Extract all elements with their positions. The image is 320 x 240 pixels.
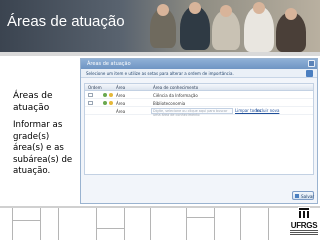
row-area: Área	[116, 93, 126, 98]
close-icon[interactable]	[308, 60, 315, 67]
page-title: Áreas de atuação	[7, 13, 125, 30]
table-row[interactable]: Área Ciência da Informação	[85, 91, 313, 99]
instruction-text: Selecione um item e utilize as setas par…	[81, 69, 317, 78]
banner-photo-face	[157, 4, 169, 16]
footer-line	[124, 208, 125, 240]
move-up-icon[interactable]	[103, 101, 107, 105]
footer-line	[186, 208, 187, 240]
table-row[interactable]: Área Biblioteconomia	[85, 99, 313, 107]
row-knowledge: Ciência da Informação	[153, 93, 198, 98]
footer-line	[214, 208, 215, 240]
save-button[interactable]: Salvar	[292, 191, 314, 200]
table-row-new[interactable]: Área Digite, selecione ou clique aqui pa…	[85, 107, 313, 117]
help-icon[interactable]	[306, 70, 313, 77]
row-select-checkbox[interactable]	[88, 101, 93, 105]
save-button-label: Salvar	[301, 193, 315, 199]
move-up-icon[interactable]	[103, 93, 107, 97]
column-header-area: Área	[116, 85, 126, 90]
column-header-knowledge: Área de conhecimento	[153, 85, 199, 90]
footer-line	[58, 208, 59, 240]
row-area: Área	[116, 101, 126, 106]
knowledge-search-input[interactable]: Digite, selecione ou clique aqui para bu…	[151, 108, 233, 117]
banner-photo-face	[220, 5, 232, 17]
move-down-icon[interactable]	[109, 101, 113, 105]
header-banner: Áreas de atuação	[0, 0, 320, 52]
ufrgs-logo-subtitle	[290, 230, 318, 236]
banner-divider	[0, 52, 320, 56]
banner-photo-face	[189, 2, 201, 14]
areas-table: Ordem Área Área de conhecimento Área Ciê…	[84, 83, 314, 175]
section-description: Informar as grade(s) área(s) e as subáre…	[13, 120, 73, 176]
footer-line	[240, 208, 241, 240]
window-title: Áreas de atuação	[81, 59, 317, 69]
column-header-order: Ordem	[88, 85, 102, 90]
banner-photo-face	[285, 8, 297, 20]
ufrgs-logo: UFRGS	[289, 207, 319, 239]
footer-line	[12, 208, 13, 240]
row-knowledge: Biblioteconomia	[153, 101, 186, 106]
footer-line	[268, 208, 269, 240]
banner-photo-face	[253, 2, 265, 14]
footer-line	[96, 208, 97, 240]
footer-line	[150, 208, 151, 240]
ufrgs-logo-text: UFRGS	[290, 221, 318, 230]
footer-strip	[0, 206, 320, 240]
row-area: Área	[116, 109, 126, 114]
table-header: Ordem Área Área de conhecimento	[85, 84, 313, 91]
areas-window: Áreas de atuação Selecione um item e uti…	[80, 58, 318, 204]
move-down-icon[interactable]	[109, 93, 113, 97]
section-heading: Áreas de atuação	[13, 91, 53, 113]
footer-line	[40, 208, 41, 240]
footer-line	[96, 228, 124, 229]
save-icon	[295, 194, 299, 198]
footer-line	[186, 217, 214, 218]
ufrgs-emblem-icon	[298, 207, 310, 219]
row-select-checkbox[interactable]	[88, 93, 93, 97]
footer-line	[12, 220, 40, 221]
include-new-link[interactable]: Incluir nova	[256, 108, 279, 113]
